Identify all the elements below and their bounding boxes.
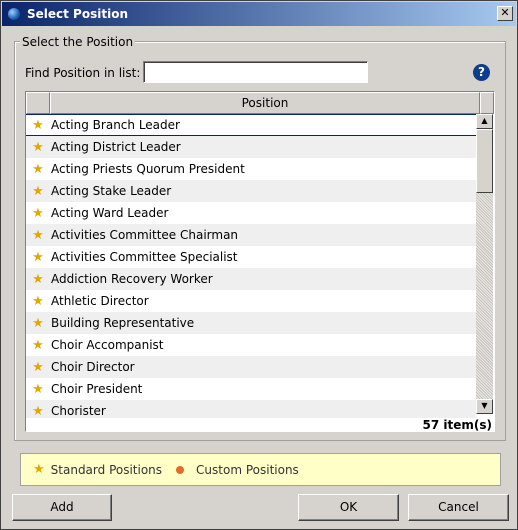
star-icon: ★ <box>32 139 44 155</box>
star-icon: ★ <box>32 117 44 133</box>
vertical-scrollbar[interactable]: ▲ ▼ <box>476 114 493 414</box>
position-name: Acting Priests Quorum President <box>51 162 245 176</box>
table-body: ★ Acting Branch Leader ★ Acting District Le… <box>26 114 476 418</box>
orange-dot-icon <box>176 465 185 474</box>
table-row[interactable]: ★ Acting District Leader <box>26 136 476 158</box>
table-row[interactable]: ★ Acting Stake Leader <box>26 180 476 202</box>
star-icon: ★ <box>32 271 44 287</box>
table-row[interactable]: ★ Chorister <box>26 400 476 418</box>
star-icon: ★ <box>32 403 44 419</box>
item-count: 57 item(s) <box>422 418 492 432</box>
position-name: Building Representative <box>51 316 195 330</box>
table-row[interactable]: ★ Addiction Recovery Worker <box>26 268 476 290</box>
table-row[interactable]: ★ Choir Director <box>26 356 476 378</box>
position-name: Chorister <box>51 404 106 418</box>
cancel-button[interactable]: Cancel <box>408 494 509 521</box>
find-position-input[interactable] <box>143 61 368 83</box>
position-name: Choir Accompanist <box>51 338 164 352</box>
select-position-dialog: Select Position ✕ Select the Position Fi… <box>0 0 518 530</box>
table-row[interactable]: ★ Activities Committee Specialist <box>26 246 476 268</box>
table-row[interactable]: ★ Building Representative <box>26 312 476 334</box>
find-position-label: Find Position in list: <box>25 66 141 80</box>
ok-button[interactable]: OK <box>298 494 399 521</box>
help-icon[interactable]: ? <box>473 64 490 81</box>
table-row[interactable]: ★ Athletic Director <box>26 290 476 312</box>
title-bar[interactable]: Select Position ✕ <box>2 2 516 26</box>
scroll-down-button[interactable]: ▼ <box>476 399 493 414</box>
star-icon: ★ <box>32 249 44 265</box>
column-header-position[interactable]: Position <box>50 92 480 114</box>
star-icon: ★ <box>32 337 44 353</box>
header-icon-column[interactable] <box>26 92 50 114</box>
standard-positions-label: Standard Positions <box>50 462 163 477</box>
window-title: Select Position <box>27 7 128 21</box>
custom-positions-label: Custom Positions <box>196 462 299 477</box>
table-row[interactable]: ★ Choir President <box>26 378 476 400</box>
scroll-thumb[interactable] <box>476 129 493 193</box>
position-name: Choir Director <box>51 360 135 374</box>
star-icon: ★ <box>32 183 44 199</box>
position-type-legend: ★ Standard Positions Custom Positions <box>20 453 501 486</box>
star-icon: ★ <box>32 381 44 397</box>
star-icon: ★ <box>32 161 44 177</box>
star-icon: ★ <box>33 462 45 477</box>
star-icon: ★ <box>32 205 44 221</box>
position-name: Addiction Recovery Worker <box>51 272 213 286</box>
star-icon: ★ <box>32 315 44 331</box>
header-filler <box>480 92 494 114</box>
star-icon: ★ <box>32 293 44 309</box>
position-name: Choir President <box>51 382 143 396</box>
position-name: Acting Branch Leader <box>51 118 180 132</box>
position-name: Activities Committee Chairman <box>51 228 239 242</box>
table-row[interactable]: ★ Acting Priests Quorum President <box>26 158 476 180</box>
position-name: Acting Stake Leader <box>51 184 172 198</box>
table-row[interactable]: ★ Choir Accompanist <box>26 334 476 356</box>
add-button[interactable]: Add <box>12 494 112 521</box>
groupbox-legend: Select the Position <box>20 35 136 49</box>
position-name: Athletic Director <box>51 294 149 308</box>
app-globe-icon <box>7 7 21 21</box>
scroll-up-button[interactable]: ▲ <box>476 114 493 129</box>
position-name: Acting District Leader <box>51 140 181 154</box>
star-icon: ★ <box>32 227 44 243</box>
table-row[interactable]: ★ Acting Branch Leader <box>26 114 476 136</box>
position-table: Position ★ Acting Branch Leader ★ Acting Di… <box>25 91 495 432</box>
position-name: Acting Ward Leader <box>51 206 169 220</box>
close-button[interactable]: ✕ <box>497 6 513 21</box>
table-row[interactable]: ★ Activities Committee Chairman <box>26 224 476 246</box>
table-row[interactable]: ★ Acting Ward Leader <box>26 202 476 224</box>
star-icon: ★ <box>32 359 44 375</box>
position-name: Activities Committee Specialist <box>51 250 238 264</box>
